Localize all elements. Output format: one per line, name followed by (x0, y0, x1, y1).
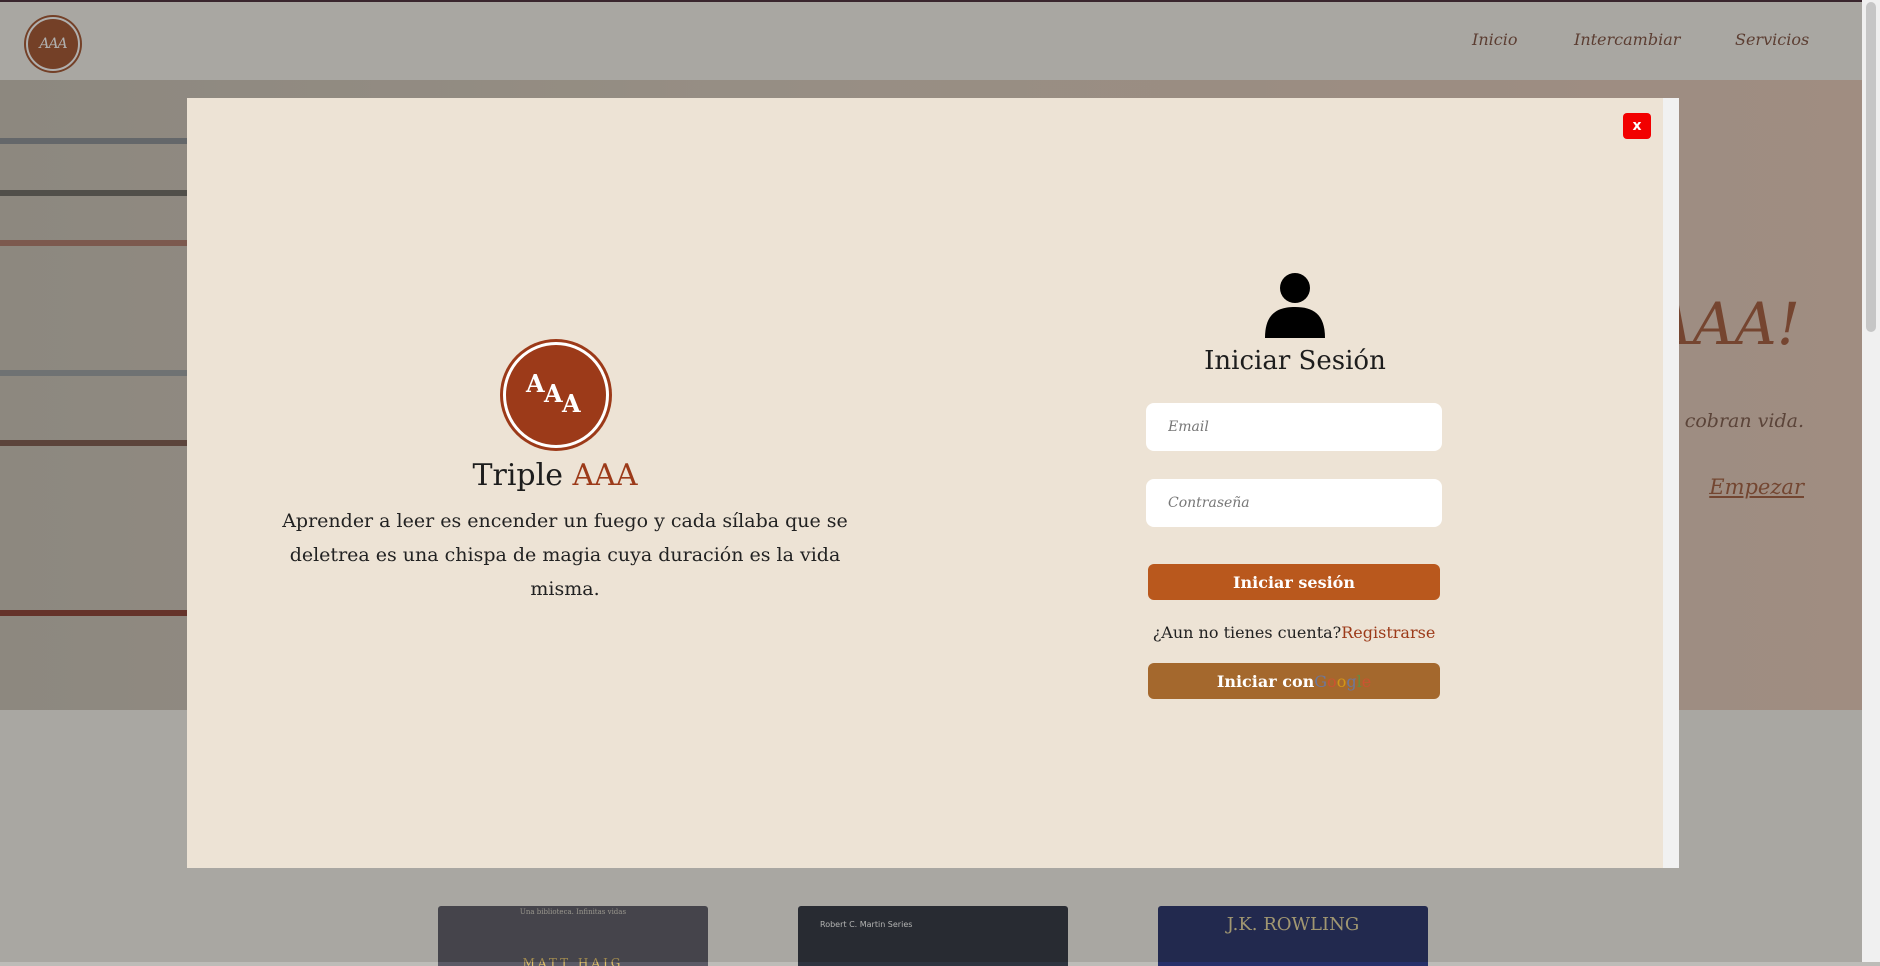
modal-scrollbar[interactable] (1663, 98, 1679, 868)
google-login-label: Iniciar con (1216, 671, 1315, 691)
google-wordmark: Google (1314, 671, 1372, 691)
register-prompt-text: ¿Aun no tienes cuenta? (1152, 623, 1342, 642)
google-login-button[interactable]: Iniciar con Google (1148, 663, 1440, 699)
login-title: Iniciar Sesión (1204, 346, 1386, 376)
password-field[interactable] (1146, 479, 1442, 527)
page: AAA Inicio Intercambiar Servicios AAA! i… (0, 0, 1880, 966)
brand-logo: A A A (503, 342, 609, 448)
brand-logo-letter: A (562, 389, 581, 418)
user-icon (1265, 273, 1325, 338)
brand-logo-letter: A (526, 369, 545, 398)
brand-quote: Aprender a leer es encender un fuego y c… (282, 510, 848, 600)
login-modal: x A A A Triple AAA Aprender a leer es en… (187, 98, 1679, 868)
brand-name-accent: AAA (572, 458, 638, 493)
register-prompt: ¿Aun no tienes cuenta?Registrarse (1148, 623, 1440, 642)
scrollbar-thumb[interactable] (1866, 2, 1876, 332)
close-button[interactable]: x (1623, 113, 1651, 139)
login-button[interactable]: Iniciar sesión (1148, 564, 1440, 600)
page-scrollbar[interactable] (1862, 0, 1880, 962)
brand-logo-letter: A (544, 379, 563, 408)
brand-name: Triple AAA (367, 458, 743, 493)
brand-name-main: Triple (472, 458, 563, 493)
email-field[interactable] (1146, 403, 1442, 451)
register-link[interactable]: Registrarse (1341, 623, 1435, 642)
